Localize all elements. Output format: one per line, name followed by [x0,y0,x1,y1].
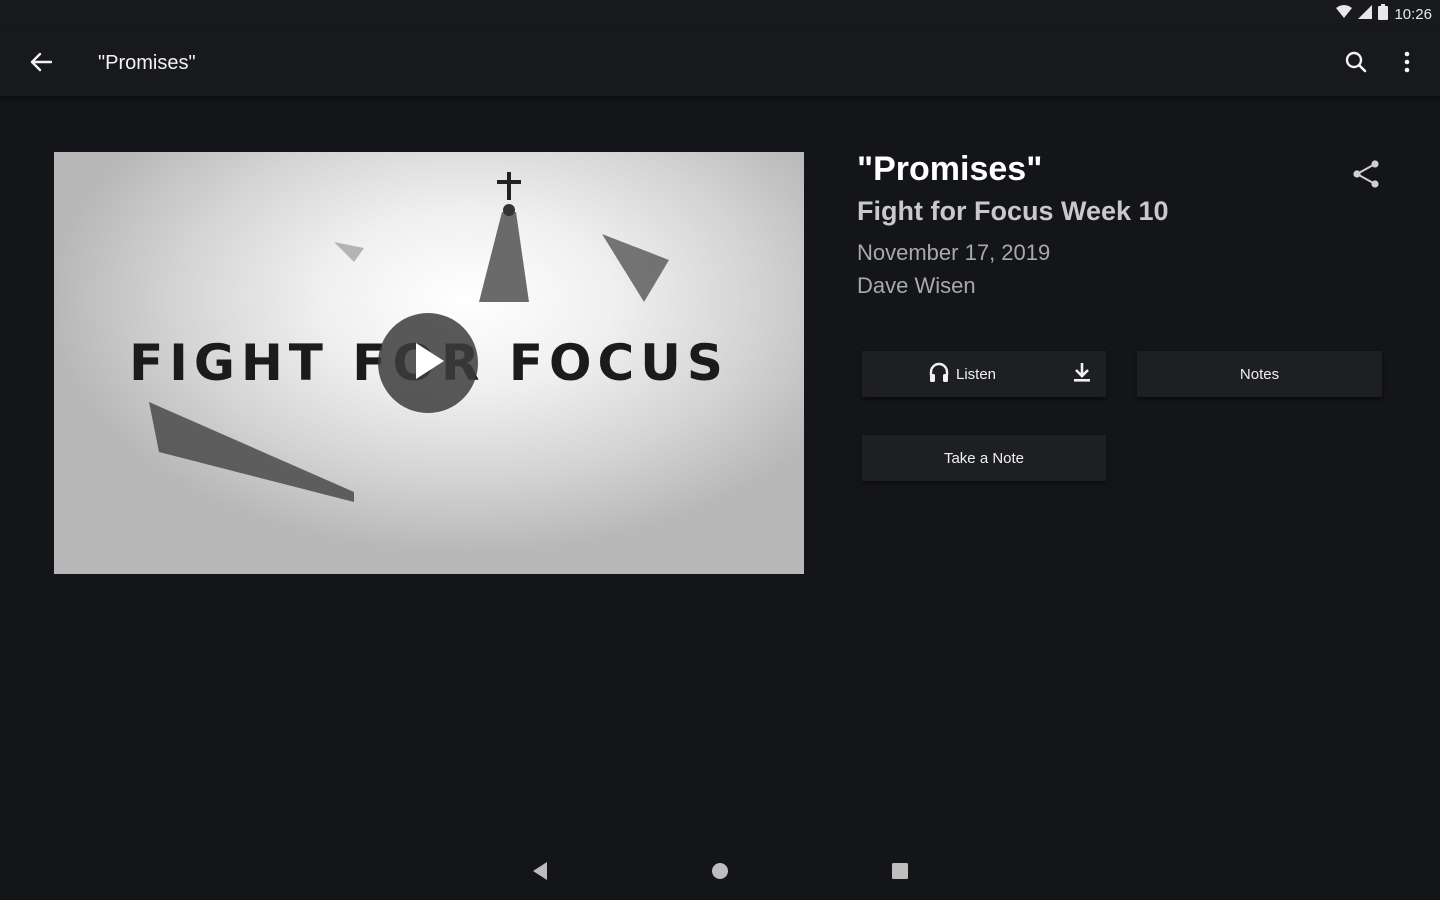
headphones-icon [928,361,950,387]
arrow-back-icon [30,52,53,77]
nav-back-icon [531,861,549,886]
nav-home-button[interactable] [700,853,740,893]
download-icon [1072,361,1092,387]
sermon-details: "Promises" Fight for Focus Week 10 Novem… [857,148,1397,302]
app-bar-title: "Promises" [98,52,196,74]
notes-label: Notes [1239,365,1280,383]
speaker-name: Dave Wisen [857,273,976,298]
search-button[interactable] [1340,48,1372,80]
status-icons: 10:26 [1336,4,1432,24]
system-nav-bar [0,846,1440,900]
nav-back-button[interactable] [520,853,560,893]
take-a-note-button[interactable]: Take a Note [862,435,1106,481]
download-button[interactable] [1070,362,1094,386]
search-icon [1344,50,1368,79]
sermon-title: "Promises" [857,150,1043,188]
status-time: 10:26 [1394,5,1432,23]
listen-label: Listen [956,365,997,383]
share-icon [1351,159,1381,194]
notes-button[interactable]: Notes [1137,351,1382,397]
play-button[interactable] [378,313,478,413]
wifi-icon [1336,5,1353,23]
nav-recents-icon [890,861,910,886]
listen-button[interactable]: Listen [862,351,1106,397]
take-a-note-label: Take a Note [943,449,1025,467]
app-bar: "Promises" [0,30,1440,96]
nav-home-icon [710,861,730,886]
series-title: Fight for Focus Week 10 [857,196,1169,226]
play-icon [410,341,446,386]
status-bar: 10:26 [0,0,1440,30]
battery-icon [1378,4,1389,24]
back-button[interactable] [22,48,60,80]
more-options-button[interactable] [1394,48,1420,80]
sermon-date: November 17, 2019 [857,240,1051,265]
listen-action[interactable]: Listen [928,361,996,387]
share-button[interactable] [1346,156,1386,196]
signal-icon [1358,5,1373,23]
nav-recents-button[interactable] [880,853,920,893]
more-vert-icon [1404,51,1410,78]
sermon-video-thumbnail[interactable]: FIGHT FOR FOCUS [54,152,804,574]
